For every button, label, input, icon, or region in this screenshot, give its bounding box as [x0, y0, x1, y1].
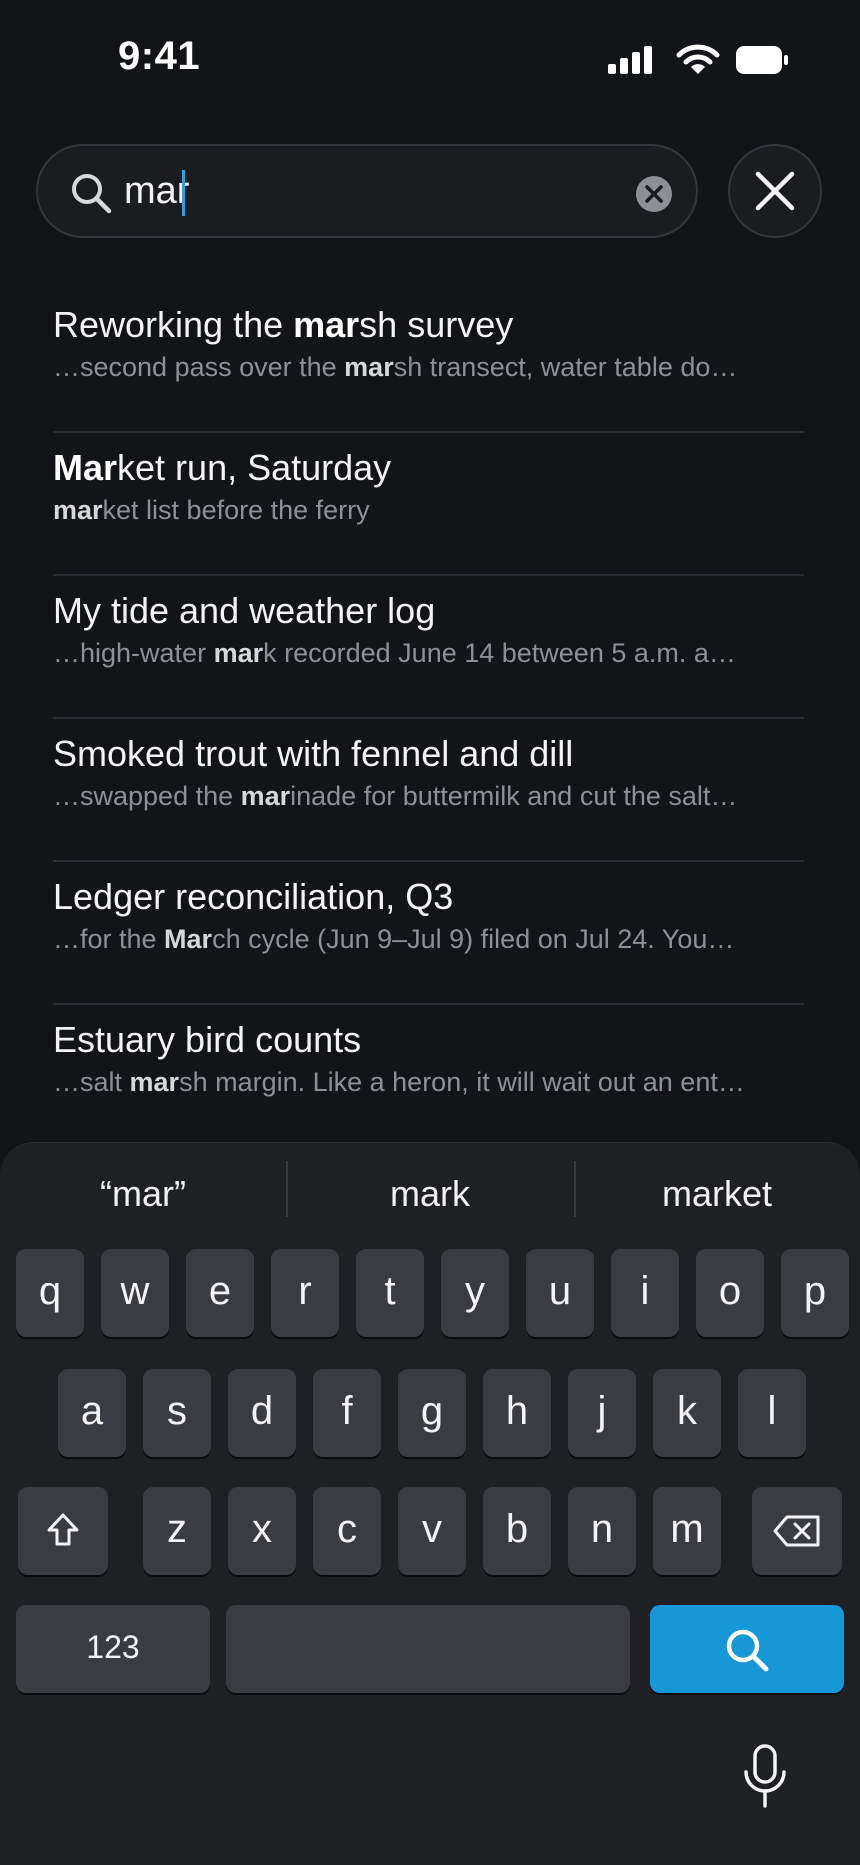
key-n[interactable]: n: [568, 1487, 636, 1575]
suggestion-market[interactable]: market: [574, 1173, 860, 1215]
close-search-button[interactable]: [728, 144, 822, 238]
key-x[interactable]: x: [228, 1487, 296, 1575]
search-result[interactable]: My tide and weather log …high-water mark…: [53, 576, 804, 719]
result-snippet: …second pass over the marsh transect, wa…: [53, 352, 738, 382]
key-e[interactable]: e: [186, 1249, 254, 1337]
search-result[interactable]: Ledger reconciliation, Q3 …for the March…: [53, 862, 804, 1005]
key-g[interactable]: g: [398, 1369, 466, 1457]
key-y[interactable]: y: [441, 1249, 509, 1337]
key-c[interactable]: c: [313, 1487, 381, 1575]
status-bar: 9:41: [0, 0, 860, 110]
suggestion-mark[interactable]: mark: [287, 1173, 573, 1215]
search-input[interactable]: mar: [36, 144, 698, 238]
key-b[interactable]: b: [483, 1487, 551, 1575]
key-j[interactable]: j: [568, 1369, 636, 1457]
key-m[interactable]: m: [653, 1487, 721, 1575]
result-title: My tide and weather log: [53, 590, 436, 631]
key-a[interactable]: a: [58, 1369, 126, 1457]
key-i[interactable]: i: [611, 1249, 679, 1337]
search-query-text: mar: [124, 170, 190, 212]
key-h[interactable]: h: [483, 1369, 551, 1457]
key-u[interactable]: u: [526, 1249, 594, 1337]
result-snippet: market list before the ferry: [53, 495, 370, 525]
key-z[interactable]: z: [143, 1487, 211, 1575]
key-o[interactable]: o: [696, 1249, 764, 1337]
result-snippet: …high-water mark recorded June 14 betwee…: [53, 638, 736, 668]
backspace-icon: [773, 1515, 820, 1547]
result-snippet: …swapped the marinade for buttermilk and…: [53, 781, 738, 811]
search-results-list: Reworking the marsh survey …second pass …: [53, 290, 804, 1148]
key-k[interactable]: k: [653, 1369, 721, 1457]
search-result[interactable]: Market run, Saturday market list before …: [53, 433, 804, 576]
backspace-key[interactable]: [752, 1487, 842, 1575]
search-result[interactable]: Estuary bird counts …salt marsh margin. …: [53, 1005, 804, 1148]
shift-icon: [47, 1513, 79, 1546]
cellular-signal-icon: [608, 46, 654, 79]
search-key-icon: [726, 1629, 769, 1672]
close-icon: [755, 171, 795, 211]
result-title: Reworking the marsh survey: [53, 304, 514, 345]
result-title: Market run, Saturday: [53, 447, 392, 488]
status-time: 9:41: [118, 34, 201, 78]
key-l[interactable]: l: [738, 1369, 806, 1457]
result-snippet: …for the March cycle (Jun 9–Jul 9) filed…: [53, 924, 735, 954]
suggestion-typed[interactable]: “mar”: [0, 1173, 286, 1215]
keyboard: “mar” mark market q w e r t y u i o p a …: [0, 1142, 860, 1865]
search-result[interactable]: Smoked trout with fennel and dill …swapp…: [53, 719, 804, 862]
search-key[interactable]: [650, 1605, 844, 1693]
shift-key[interactable]: [18, 1487, 108, 1575]
battery-icon: [736, 46, 788, 79]
result-title: Smoked trout with fennel and dill: [53, 733, 574, 774]
search-icon: [70, 172, 112, 219]
numbers-key[interactable]: 123: [16, 1605, 210, 1693]
key-d[interactable]: d: [228, 1369, 296, 1457]
key-v[interactable]: v: [398, 1487, 466, 1575]
key-w[interactable]: w: [101, 1249, 169, 1337]
search-result[interactable]: Reworking the marsh survey …second pass …: [53, 290, 804, 433]
key-f[interactable]: f: [313, 1369, 381, 1457]
result-title: Estuary bird counts: [53, 1019, 362, 1060]
result-snippet: …salt marsh margin. Like a heron, it wil…: [53, 1067, 745, 1097]
space-key[interactable]: [226, 1605, 630, 1693]
key-s[interactable]: s: [143, 1369, 211, 1457]
key-t[interactable]: t: [356, 1249, 424, 1337]
key-q[interactable]: q: [16, 1249, 84, 1337]
result-title: Ledger reconciliation, Q3: [53, 876, 454, 917]
text-cursor: [182, 170, 185, 216]
wifi-icon: [676, 44, 720, 81]
clear-icon[interactable]: [636, 176, 672, 217]
key-p[interactable]: p: [781, 1249, 849, 1337]
microphone-icon[interactable]: [742, 1744, 788, 1815]
key-r[interactable]: r: [271, 1249, 339, 1337]
